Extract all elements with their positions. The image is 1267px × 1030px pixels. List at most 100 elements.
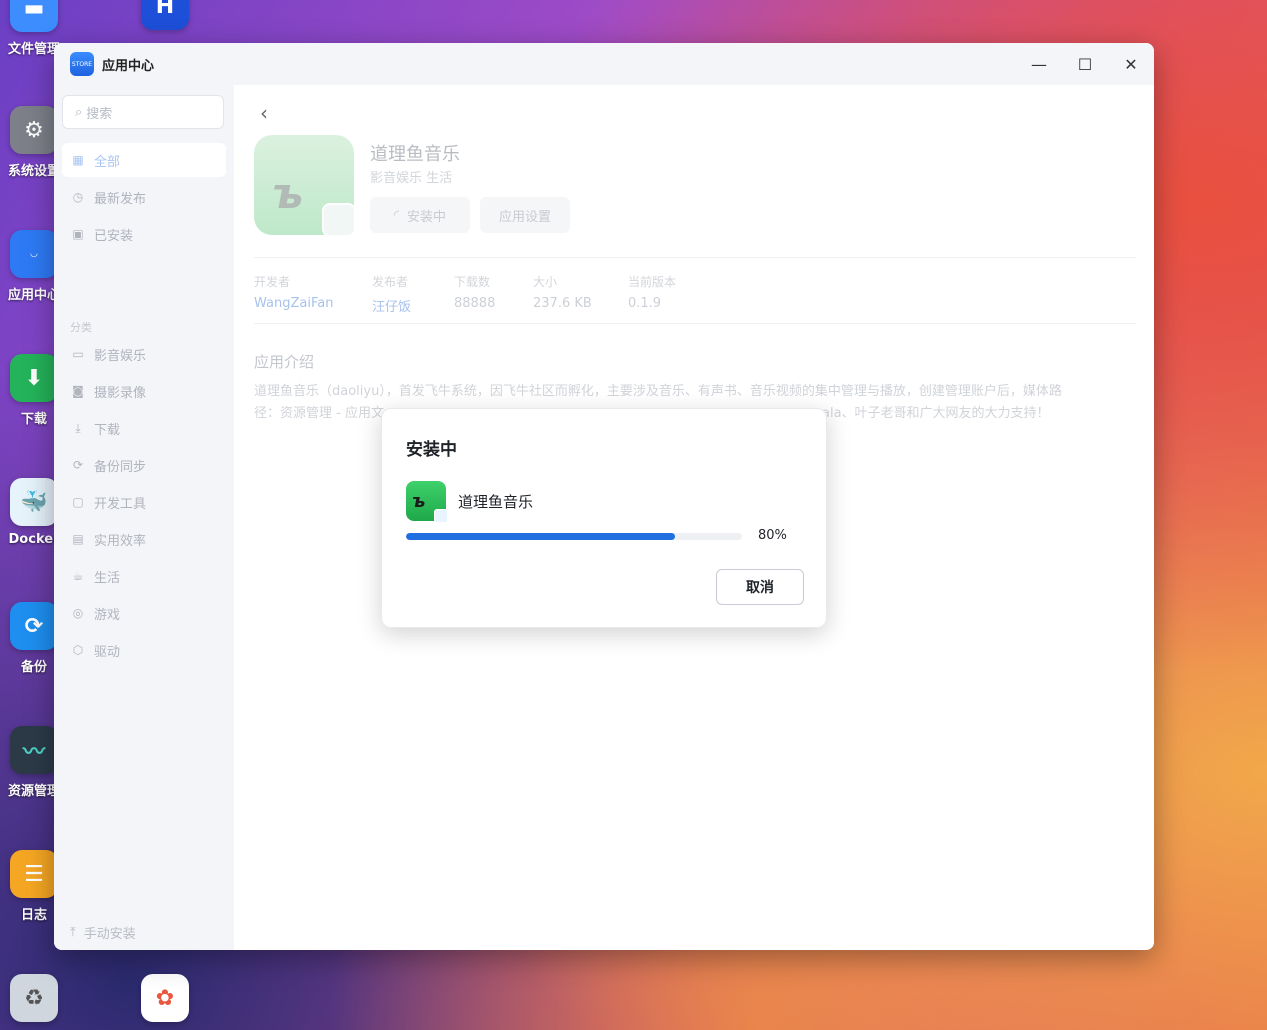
sidebar-item-installed[interactable]: ▣ 已安装 (62, 217, 226, 251)
h-app-icon: H (141, 0, 189, 30)
sidebar-item-photo[interactable]: ◙ 摄影录像 (62, 374, 226, 408)
installing-button[interactable]: ◜ 安装中 (370, 197, 470, 233)
manual-install-label: 手动安装 (83, 927, 136, 942)
sidebar: ⌕ 搜索 ▦ 全部 ◷ 最新发布 ▣ 已安装 分类 ▭ 影音娱乐 ◙ 摄影录像 … (54, 85, 234, 950)
sidebar-item-games[interactable]: ◎ 游戏 (62, 596, 226, 630)
search-input[interactable]: ⌕ 搜索 (62, 95, 224, 129)
meta-downloads: 下载数 88888 (454, 273, 495, 311)
meta-label: 下载数 (454, 275, 491, 289)
clock-icon: ◷ (72, 190, 84, 204)
installing-dialog: 安装中 ъ 道理鱼音乐 80% 取消 (381, 408, 827, 628)
sidebar-item-dev-tools[interactable]: ▢ 开发工具 (62, 485, 226, 519)
monitor-chart-icon: 〰 (10, 726, 58, 774)
dialog-app-name: 道理鱼音乐 (458, 493, 534, 511)
gamepad-icon: ◎ (72, 606, 84, 620)
app-name: 道理鱼音乐 (370, 144, 460, 165)
app-settings-button-label: 应用设置 (498, 209, 551, 225)
intro-title: 应用介绍 (254, 353, 315, 371)
folder-icon: ▬ (10, 0, 58, 32)
sidebar-item-download[interactable]: ⤓ 下载 (62, 411, 226, 445)
search-placeholder: 搜索 (86, 106, 113, 122)
app-logo-glyph: ъ (272, 169, 304, 218)
sidebar-item-backup-sync[interactable]: ⟳ 备份同步 (62, 448, 226, 482)
intro-line-2-start: 径：资源管理 - 应用文 (254, 406, 384, 421)
spinner-icon: ◜ (393, 207, 400, 223)
docker-whale-icon: 🐳 (10, 478, 58, 526)
sidebar-item-productivity[interactable]: ▤ 实用效率 (62, 522, 226, 556)
app-settings-button[interactable]: 应用设置 (480, 197, 570, 233)
developer-link[interactable]: WangZaiFan (254, 296, 333, 311)
divider (254, 323, 1136, 324)
sidebar-item-latest[interactable]: ◷ 最新发布 (62, 180, 226, 214)
store-icon-text: STORE (71, 60, 93, 68)
divider (254, 257, 1136, 258)
store-icon: STORE (70, 52, 94, 76)
sidebar-item-label: 驱动 (94, 644, 121, 660)
cube-icon: ⬡ (72, 643, 84, 657)
sidebar-item-life[interactable]: ☕ 生活 (62, 559, 226, 593)
close-icon: ✕ (1124, 54, 1138, 74)
sidebar-item-label: 影音娱乐 (94, 348, 147, 364)
sidebar-item-drivers[interactable]: ⬡ 驱动 (62, 633, 226, 667)
sync-icon: ⟳ (72, 458, 84, 472)
minimize-icon: — (1031, 54, 1047, 74)
sidebar-item-label: 开发工具 (94, 496, 147, 512)
gear-icon: ⚙ (10, 106, 58, 154)
app-logo: ъ (254, 135, 356, 237)
sidebar-item-all[interactable]: ▦ 全部 (62, 143, 226, 177)
minimize-button[interactable]: — (1016, 43, 1062, 85)
sidebar-item-label: 备份同步 (94, 459, 147, 475)
publisher-link[interactable]: 汪仔饭 (372, 296, 411, 315)
app-icon: ъ (406, 481, 448, 523)
size-value: 237.6 KB (533, 296, 592, 311)
progress-bar (406, 533, 742, 540)
installed-icon: ▣ (72, 227, 84, 241)
camera-icon: ◙ (72, 384, 84, 398)
cancel-button-label: 取消 (746, 580, 774, 596)
desktop-icon-h-app[interactable]: H (135, 0, 195, 36)
recycle-icon: ♻ (10, 974, 58, 1022)
intro-line-1: 道理鱼音乐（daoliyu），首发飞牛系统，因飞牛社区而孵化，主要涉及音乐、有声… (254, 384, 1062, 399)
category-heading: 分类 (70, 321, 92, 334)
meta-label: 大小 (533, 275, 558, 289)
downloads-value: 88888 (454, 296, 496, 311)
docker-badge-icon (434, 509, 448, 523)
chevron-left-icon: ‹ (260, 101, 268, 125)
app-icon-glyph: ъ (412, 491, 426, 512)
upload-icon: ⤒ (70, 925, 76, 940)
close-button[interactable]: ✕ (1108, 43, 1154, 85)
title-bar: STORE 应用中心 — ☐ ✕ (54, 43, 1154, 85)
desktop-icon-photos[interactable]: ✿ (135, 974, 195, 1028)
meta-label: 发布者 (372, 275, 409, 289)
maximize-button[interactable]: ☐ (1062, 43, 1108, 85)
meta-developer: 开发者 WangZaiFan (254, 273, 333, 311)
sidebar-item-label: 已安装 (94, 228, 134, 244)
log-list-icon: ☰ (10, 850, 58, 898)
sidebar-item-label: 最新发布 (94, 191, 147, 207)
sidebar-item-label: 游戏 (94, 607, 121, 623)
backup-sync-icon: ⟳ (10, 602, 58, 650)
installing-button-label: 安装中 (407, 209, 447, 225)
intro-line-2-end: ala、叶子老哥和广大网友的大力支持！ (822, 406, 1050, 421)
sidebar-item-media[interactable]: ▭ 影音娱乐 (62, 337, 226, 371)
progress-fill (406, 533, 675, 540)
desktop-icon-recycle-bin[interactable]: ♻ (4, 974, 64, 1028)
meta-size: 大小 237.6 KB (533, 273, 592, 311)
meta-version: 当前版本 0.1.9 (628, 273, 676, 311)
sidebar-item-label: 摄影录像 (94, 385, 147, 401)
search-icon: ⌕ (75, 104, 83, 120)
sidebar-item-label: 下载 (94, 422, 121, 438)
sidebar-item-label: 全部 (94, 154, 121, 170)
docker-badge-icon (322, 203, 356, 237)
back-button[interactable]: ‹ (260, 101, 268, 125)
grid-icon: ▦ (72, 153, 84, 167)
manual-install-button[interactable]: ⤒ 手动安装 (70, 923, 136, 942)
dialog-title: 安装中 (406, 440, 457, 460)
code-icon: ▢ (72, 495, 84, 509)
meta-label: 当前版本 (628, 275, 677, 289)
cancel-button[interactable]: 取消 (716, 569, 804, 605)
maximize-icon: ☐ (1077, 54, 1093, 74)
progress-percent: 80% (758, 528, 787, 543)
meta-label: 开发者 (254, 275, 291, 289)
meta-publisher: 发布者 汪仔饭 (372, 273, 411, 315)
